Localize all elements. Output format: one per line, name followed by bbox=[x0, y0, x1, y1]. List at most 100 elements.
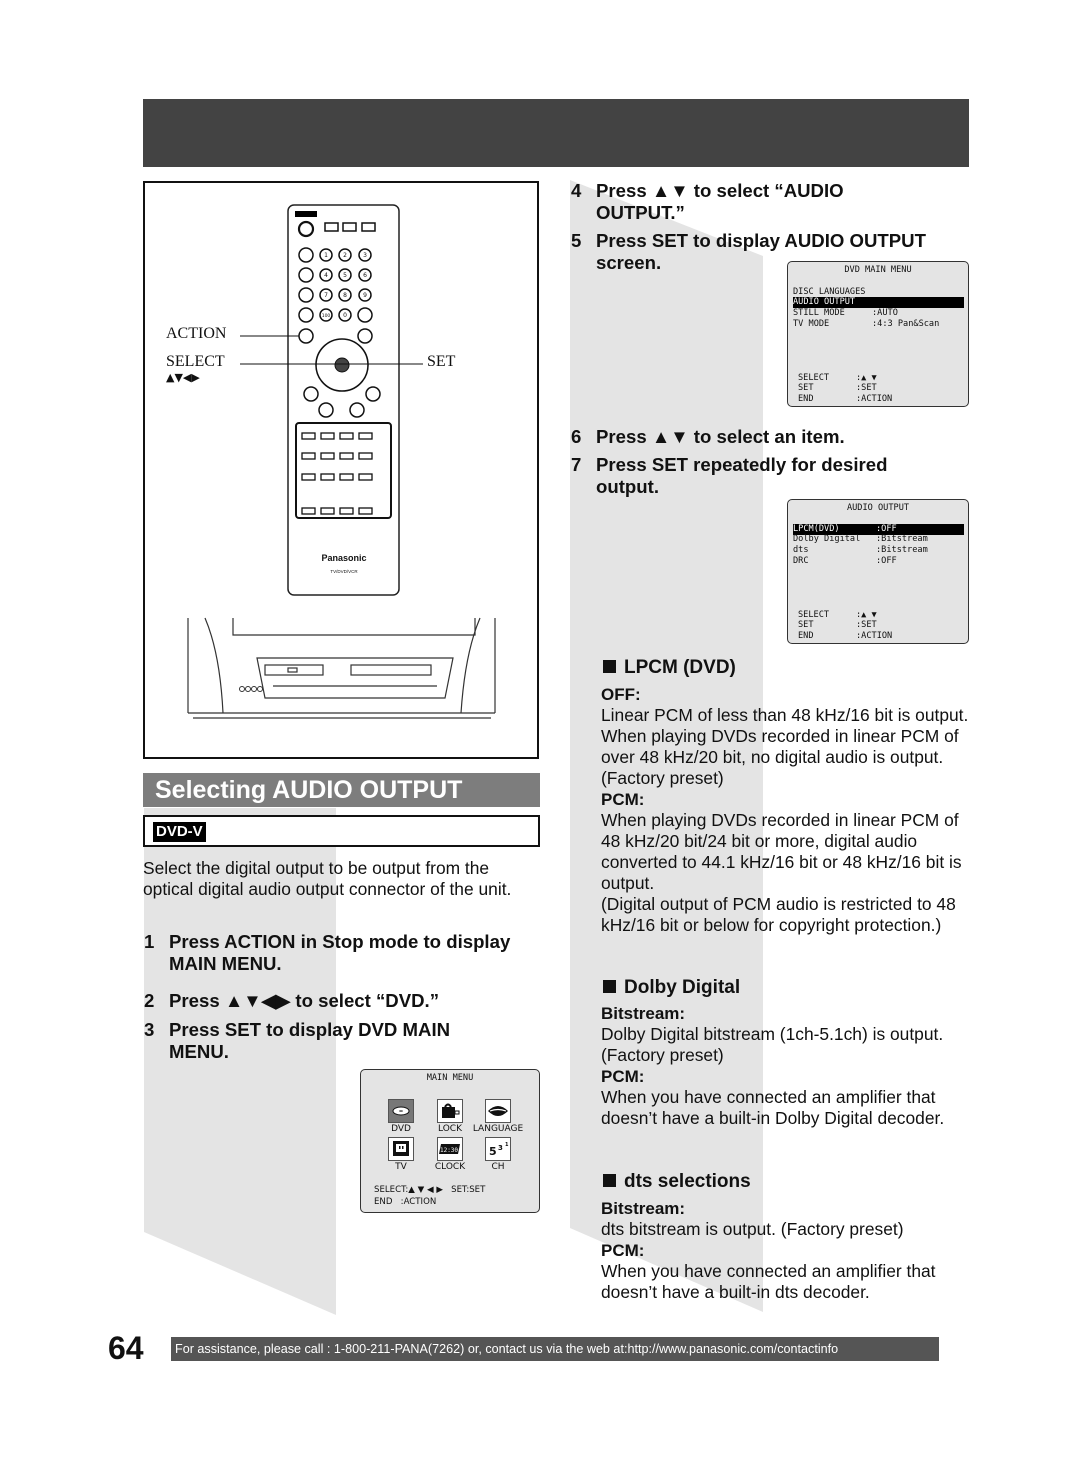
step-2: 2 Press ▲▼◀▶ to select “DVD.” bbox=[144, 990, 539, 1012]
step-text: Press ▲▼ to select “AUDIO OUTPUT.” bbox=[596, 180, 844, 223]
remote-illustration: 1 2 3 4 5 6 7 8 9 100 0 Panasonic TV/DVD/VCR bbox=[187, 204, 496, 719]
osd-footer-row: SET :SET bbox=[798, 383, 964, 394]
row-value: :Bitstream bbox=[876, 545, 928, 555]
osd-footer-select: SELECT:▲ ▼ ◀ ▶ SET:SET bbox=[374, 1185, 486, 1195]
footer-key: SET bbox=[798, 383, 814, 393]
svg-text:8: 8 bbox=[343, 292, 347, 299]
option-label: Bitstream: bbox=[601, 1199, 686, 1218]
disc-type-badge: DVD-V bbox=[153, 822, 206, 842]
main-menu-screen: MAIN MENU DVD LOCK LANGUAGE 12:30 531 TV… bbox=[360, 1069, 540, 1213]
svg-text:3: 3 bbox=[363, 252, 367, 259]
remote-figure: 123 456 789 100 0 Panasonic TV/DVD/VCR A… bbox=[143, 181, 539, 759]
language-icon bbox=[485, 1099, 511, 1123]
footer-value: :ACTION bbox=[856, 631, 893, 641]
menu-item-language: LANGUAGE bbox=[472, 1124, 524, 1134]
option-text: Dolby Digital bitstream (1ch-5.1ch) is o… bbox=[601, 1024, 944, 1065]
section-title: Selecting AUDIO OUTPUT bbox=[143, 773, 540, 807]
option-label: PCM: bbox=[601, 790, 645, 809]
option-text: When playing DVDs recorded in linear PCM… bbox=[601, 810, 962, 893]
intro-text: Select the digital output to be output f… bbox=[143, 858, 512, 899]
osd-title: AUDIO OUTPUT bbox=[846, 503, 910, 513]
footer-key: SELECT bbox=[798, 373, 830, 383]
osd-row: TV MODE :4:3 Pan&Scan bbox=[793, 319, 964, 330]
action-label: ACTION bbox=[166, 325, 227, 342]
footer-key: END bbox=[798, 394, 814, 404]
remote-brand: Panasonic bbox=[321, 553, 366, 563]
osd-row: dts :Bitstream bbox=[793, 545, 964, 556]
footer-key: SET bbox=[798, 620, 814, 630]
footer-value: :SET bbox=[856, 383, 877, 393]
option-text: dts bitstream is output. (Factory preset… bbox=[601, 1219, 904, 1239]
option-label: Bitstream: bbox=[601, 1004, 686, 1023]
svg-text:100: 100 bbox=[322, 313, 331, 319]
heading-text: dts selections bbox=[624, 1171, 751, 1192]
dolby-heading: Dolby Digital bbox=[603, 977, 740, 999]
step-number: 4 bbox=[571, 180, 582, 201]
row-label: STILL MODE bbox=[793, 308, 845, 318]
osd-row: Dolby Digital :Bitstream bbox=[793, 534, 964, 545]
lpcm-options: OFF: Linear PCM of less than 48 kHz/16 b… bbox=[601, 684, 971, 936]
step-number: 1 bbox=[144, 931, 155, 952]
step-text: Press ACTION in Stop mode to display MAI… bbox=[169, 931, 511, 974]
step-4: 4 Press ▲▼ to select “AUDIO OUTPUT.” bbox=[571, 180, 971, 224]
bullet-square-icon bbox=[603, 1174, 616, 1187]
footer-value: :ACTION bbox=[856, 394, 893, 404]
step-number: 7 bbox=[571, 454, 582, 475]
dolby-options: Bitstream: Dolby Digital bitstream (1ch-… bbox=[601, 1003, 966, 1129]
dvd-main-menu-screen: DVD MAIN MENU DISC LANGUAGES AUDIO OUTPU… bbox=[787, 261, 969, 407]
disc-type-box: DVD-V bbox=[143, 815, 540, 847]
option-text: Linear PCM of less than 48 kHz/16 bit is… bbox=[601, 705, 969, 788]
heading-text: Dolby Digital bbox=[624, 977, 741, 998]
heading-text: LPCM (DVD) bbox=[624, 657, 736, 678]
osd-title: MAIN MENU bbox=[426, 1073, 474, 1083]
dvd-icon bbox=[388, 1099, 414, 1123]
row-value: :4:3 Pan&Scan bbox=[872, 319, 940, 329]
osd-row: DRC :OFF bbox=[793, 556, 964, 567]
bullet-square-icon bbox=[603, 660, 616, 673]
row-label: DRC bbox=[793, 556, 809, 566]
svg-text:TV/DVD/VCR: TV/DVD/VCR bbox=[330, 569, 358, 574]
osd-footer-row: END :ACTION bbox=[798, 394, 964, 405]
row-value: :AUTO bbox=[872, 308, 898, 318]
row-label: LPCM(DVD) bbox=[793, 524, 840, 534]
tv-icon bbox=[388, 1137, 414, 1161]
svg-text:0: 0 bbox=[343, 312, 347, 319]
option-label: PCM: bbox=[601, 1241, 645, 1260]
option-text: When you have connected an amplifier tha… bbox=[601, 1261, 936, 1302]
option-label: PCM: bbox=[601, 1067, 645, 1086]
osd-title: DVD MAIN MENU bbox=[844, 265, 912, 275]
menu-item-ch: CH bbox=[491, 1162, 505, 1172]
lock-icon bbox=[437, 1099, 463, 1123]
header-bar bbox=[143, 99, 969, 167]
step-text: Press ▲▼ to select an item. bbox=[596, 426, 845, 447]
option-label: OFF: bbox=[601, 685, 641, 704]
footer-value: :SET bbox=[856, 620, 877, 630]
row-value: :OFF bbox=[876, 556, 897, 566]
dts-options: Bitstream: dts bitstream is output. (Fac… bbox=[601, 1198, 971, 1303]
channel-icon: 531 bbox=[485, 1137, 511, 1161]
osd-row: STILL MODE :AUTO bbox=[793, 308, 964, 319]
step-number: 6 bbox=[571, 426, 582, 447]
lpcm-heading: LPCM (DVD) bbox=[603, 657, 736, 679]
step-number: 2 bbox=[144, 990, 155, 1011]
select-arrows-label: ▲▼◀▶ bbox=[166, 371, 200, 384]
svg-text:9: 9 bbox=[363, 292, 367, 299]
osd-footer-row: SET :SET bbox=[798, 620, 964, 631]
step-number: 5 bbox=[571, 230, 582, 251]
osd-footer-end: END :ACTION bbox=[374, 1197, 437, 1207]
row-label: TV MODE bbox=[793, 319, 830, 329]
svg-text:3: 3 bbox=[498, 1144, 503, 1152]
bullet-square-icon bbox=[603, 980, 616, 993]
assistance-footer: For assistance, please call : 1-800-211-… bbox=[171, 1337, 939, 1361]
osd-footer-row: END:ACTION bbox=[798, 631, 964, 642]
row-label: dts bbox=[793, 545, 809, 555]
svg-text:12:30: 12:30 bbox=[440, 1147, 458, 1154]
step-3: 3 Press SET to display DVD MAIN MENU. bbox=[144, 1019, 504, 1063]
footer-key: SELECT bbox=[798, 610, 830, 620]
option-note: (Digital output of PCM audio is restrict… bbox=[601, 894, 956, 935]
svg-text:1: 1 bbox=[324, 252, 328, 259]
svg-text:7: 7 bbox=[324, 292, 328, 299]
step-text: Press ▲▼◀▶ to select “DVD.” bbox=[169, 990, 440, 1011]
row-label: Dolby Digital bbox=[793, 534, 861, 544]
row-value: :Bitstream bbox=[876, 534, 928, 544]
